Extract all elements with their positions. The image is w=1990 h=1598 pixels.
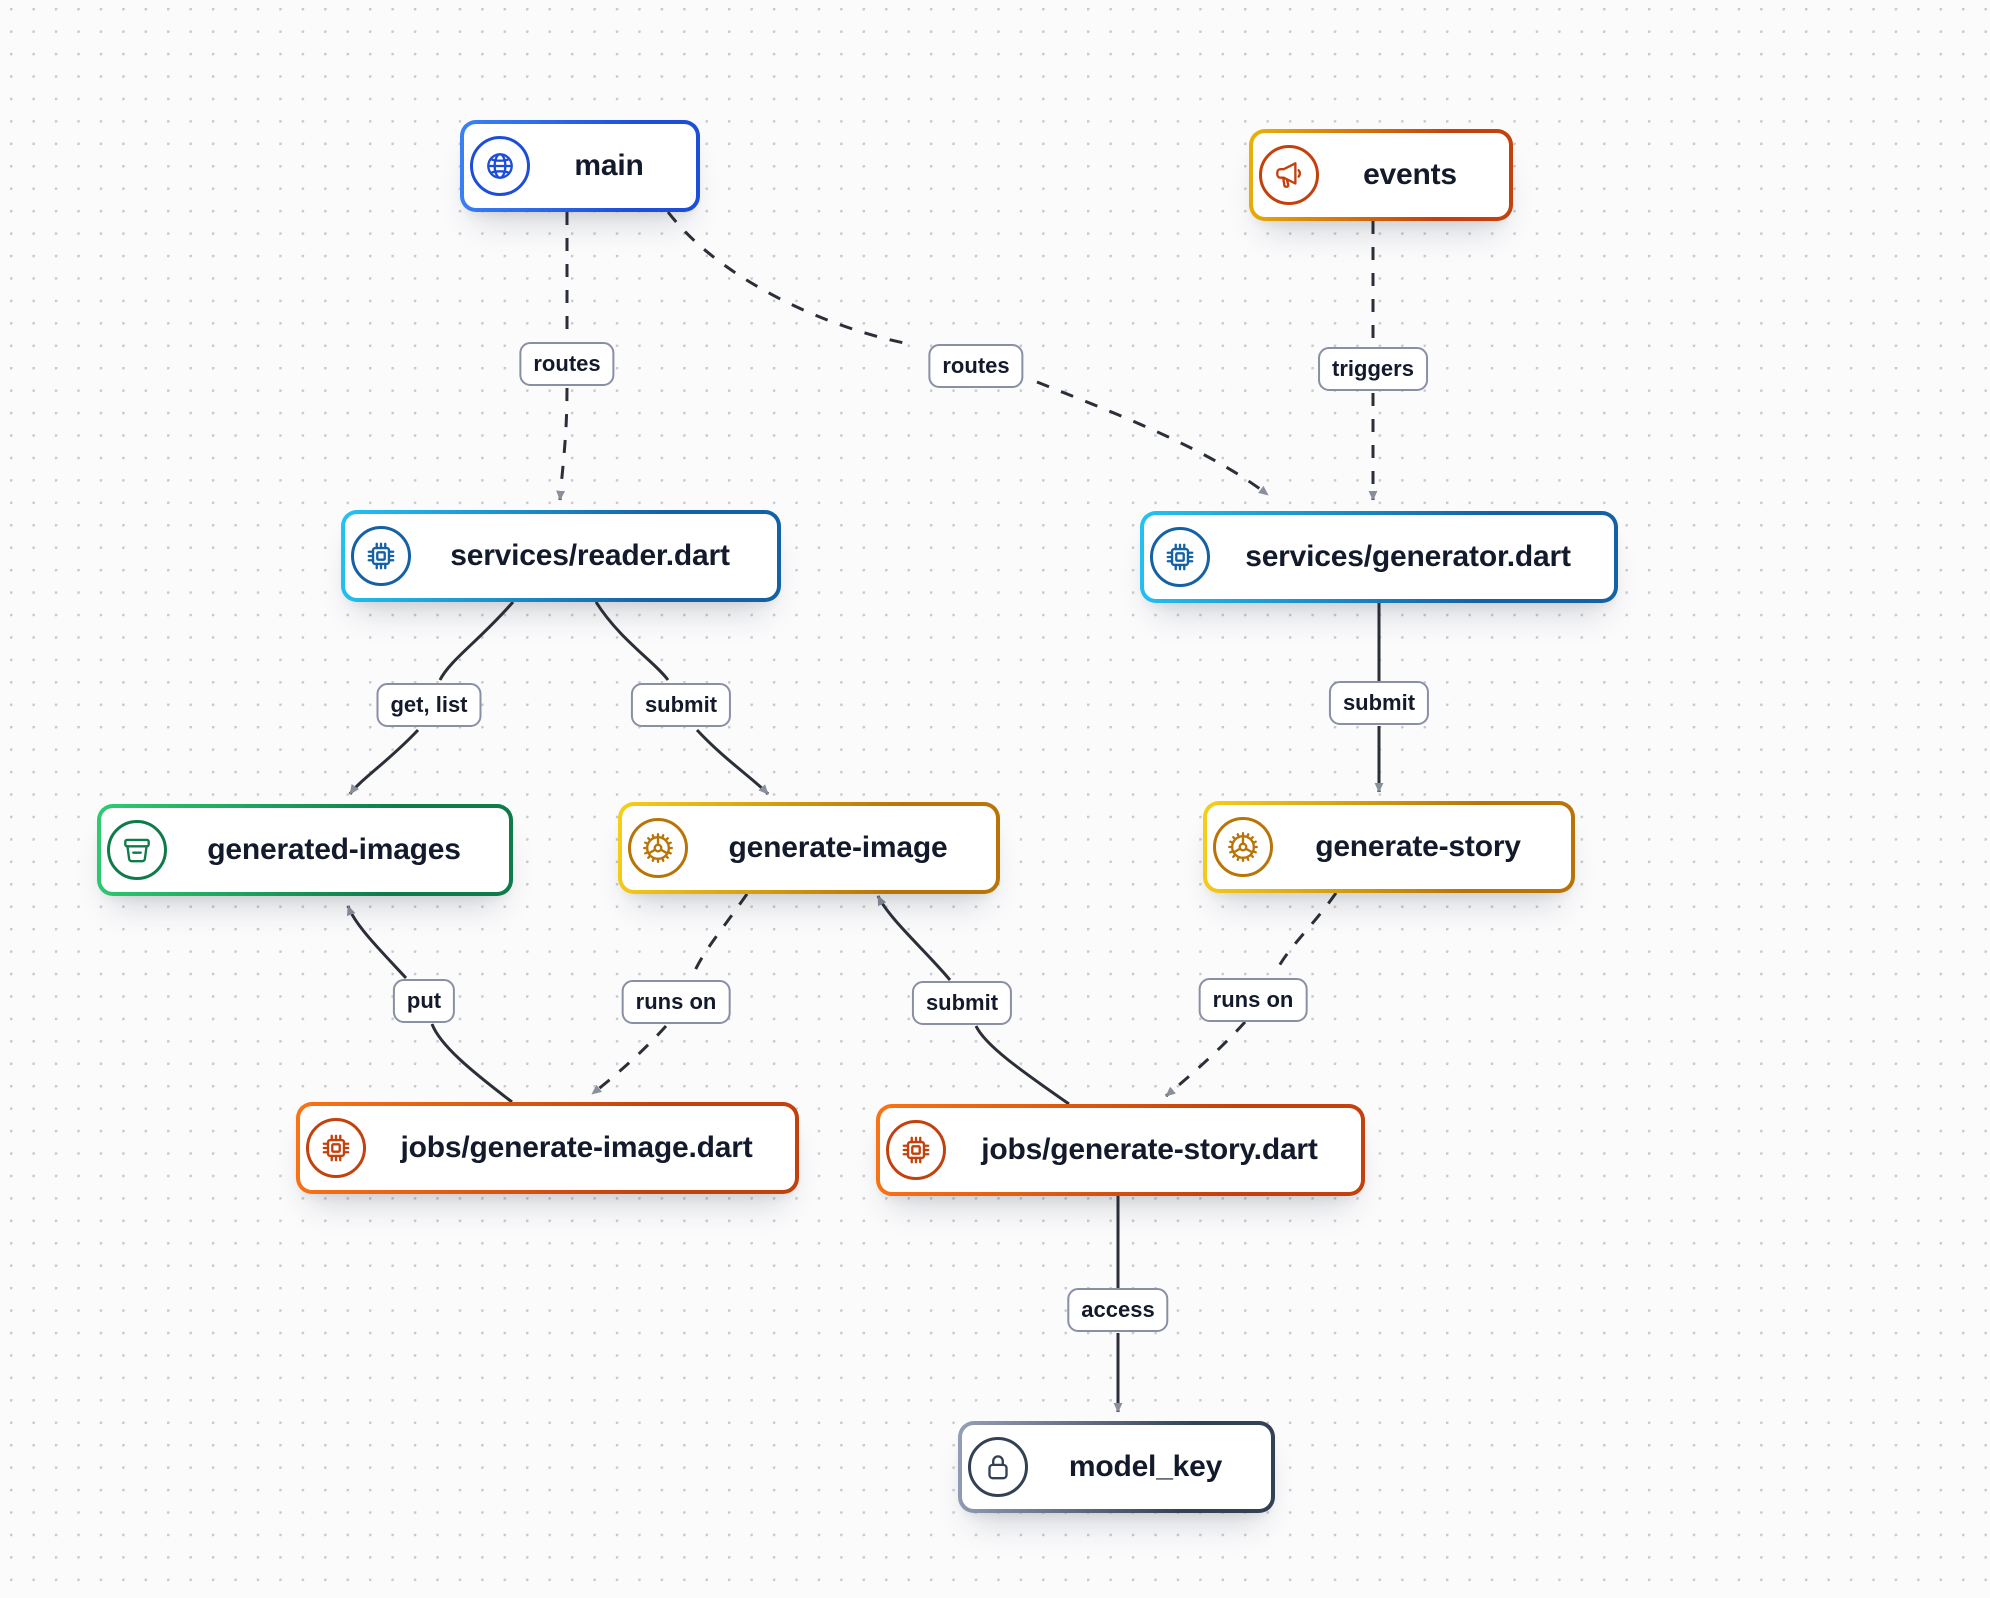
edge-label-main-generator: routes bbox=[928, 344, 1024, 388]
gear-icon bbox=[1207, 817, 1279, 877]
node-model-key[interactable]: model_key bbox=[958, 1421, 1275, 1513]
gear-icon bbox=[622, 818, 694, 878]
edge-label-generate-image-jobs-image: runs on bbox=[621, 980, 731, 1024]
node-label: generated-images bbox=[207, 833, 461, 866]
node-jobs-generate-image[interactable]: jobs/generate-image.dart bbox=[296, 1102, 799, 1194]
bucket-icon bbox=[101, 820, 173, 880]
node-label: events bbox=[1363, 158, 1457, 191]
cpu-icon bbox=[300, 1118, 372, 1178]
node-generated-images[interactable]: generated-images bbox=[97, 804, 513, 896]
edge-label-reader-generate-image: submit bbox=[630, 683, 732, 727]
node-generate-story[interactable]: generate-story bbox=[1203, 801, 1575, 893]
node-services-reader[interactable]: services/reader.dart bbox=[341, 510, 781, 602]
edge-label-reader-generated-images: get, list bbox=[376, 683, 482, 727]
node-events[interactable]: events bbox=[1249, 129, 1513, 221]
node-label: model_key bbox=[1068, 1450, 1223, 1483]
edge-label-events-generator: triggers bbox=[1318, 347, 1428, 391]
node-services-generator[interactable]: services/generator.dart bbox=[1140, 511, 1618, 603]
edge-label-jobs-story-model-key: access bbox=[1067, 1288, 1169, 1332]
edge-label-generate-story-jobs-story: runs on bbox=[1198, 978, 1308, 1022]
node-label: generate-image bbox=[728, 831, 948, 864]
globe-icon bbox=[464, 136, 536, 196]
cpu-icon bbox=[880, 1120, 952, 1180]
edge-label-jobs-story-generate-image: submit bbox=[911, 981, 1013, 1025]
node-generate-image[interactable]: generate-image bbox=[618, 802, 1000, 894]
cpu-icon bbox=[345, 526, 417, 586]
node-label: services/generator.dart bbox=[1245, 540, 1571, 573]
node-label: generate-story bbox=[1315, 830, 1521, 863]
node-main[interactable]: main bbox=[460, 120, 700, 212]
edge-label-generator-generate-story: submit bbox=[1328, 681, 1430, 725]
diagram-canvas bbox=[0, 0, 1990, 1598]
lock-icon bbox=[962, 1437, 1034, 1497]
node-label: main bbox=[574, 149, 644, 182]
node-jobs-generate-story[interactable]: jobs/generate-story.dart bbox=[876, 1104, 1365, 1196]
edge-label-main-reader: routes bbox=[519, 342, 615, 386]
node-label: services/reader.dart bbox=[450, 539, 730, 572]
cpu-icon bbox=[1144, 527, 1216, 587]
node-label: jobs/generate-story.dart bbox=[981, 1133, 1318, 1166]
edge-label-jobs-image-generated-images: put bbox=[392, 979, 456, 1023]
megaphone-icon bbox=[1253, 145, 1325, 205]
node-label: jobs/generate-image.dart bbox=[400, 1131, 753, 1164]
